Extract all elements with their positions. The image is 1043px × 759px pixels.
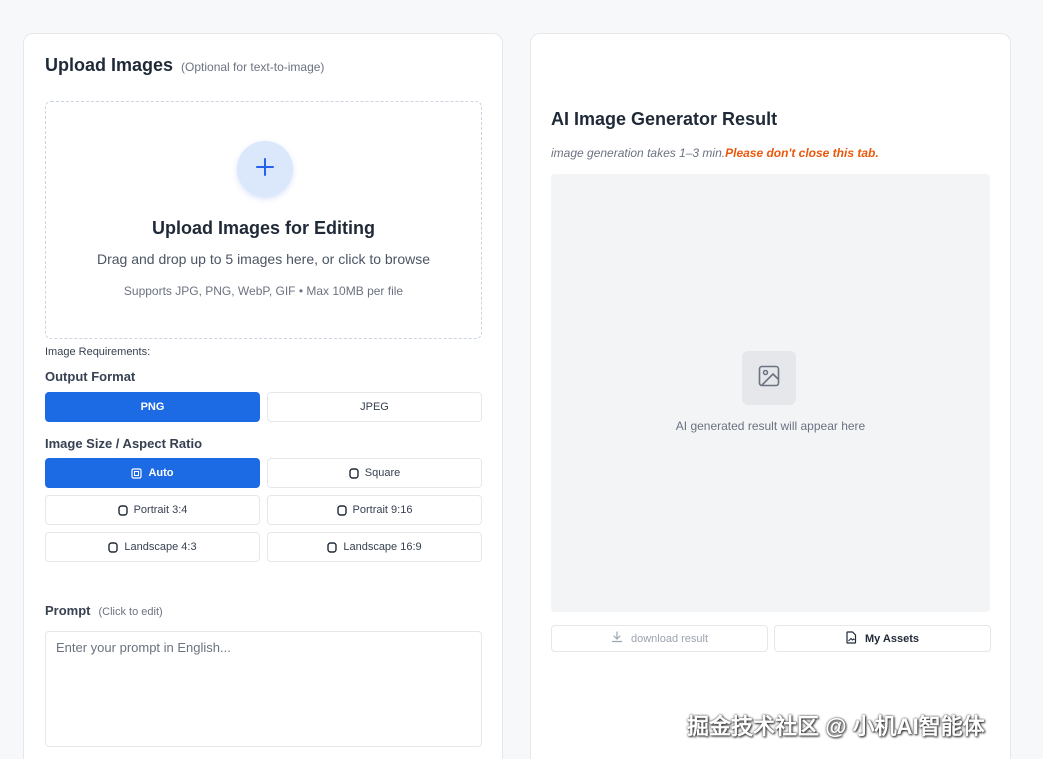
- size-landscape-16-9-label: Landscape 16:9: [343, 541, 422, 553]
- image-icon: [757, 364, 781, 393]
- plus-icon: [254, 156, 276, 183]
- file-image-icon: [846, 630, 857, 647]
- generation-time-note: image generation takes 1–3 min.Please do…: [551, 146, 879, 160]
- portrait-ratio-icon: [336, 504, 347, 516]
- result-title: AI Image Generator Result: [551, 109, 778, 129]
- size-landscape-4-3-label: Landscape 4:3: [124, 541, 197, 553]
- format-jpeg-button[interactable]: JPEG: [267, 392, 482, 422]
- size-portrait-9-16-button[interactable]: Portrait 9:16: [267, 495, 482, 525]
- download-result-label: download result: [630, 632, 709, 645]
- upload-header: Upload Images (Optional for text-to-imag…: [45, 55, 324, 76]
- prompt-header: Prompt (Click to edit): [45, 603, 163, 618]
- size-landscape-4-3-button[interactable]: Landscape 4:3: [45, 532, 260, 562]
- generation-time-text: image generation takes 1–3 min.: [551, 146, 726, 160]
- image-placeholder: [742, 351, 796, 405]
- size-square-button[interactable]: Square: [267, 458, 482, 488]
- landscape-ratio-icon: [108, 541, 119, 553]
- add-image-button[interactable]: [237, 141, 293, 197]
- prompt-label: Prompt: [45, 603, 91, 618]
- my-assets-label: My Assets: [864, 632, 919, 645]
- size-portrait-3-4-button[interactable]: Portrait 3:4: [45, 495, 260, 525]
- upload-panel: Upload Images (Optional for text-to-imag…: [23, 33, 503, 759]
- image-requirements-label: Image Requirements:: [45, 346, 151, 358]
- prompt-input[interactable]: [45, 631, 482, 747]
- result-placeholder-text: AI generated result will appear here: [675, 419, 866, 433]
- auto-ratio-icon: [131, 467, 143, 479]
- upload-subtitle: (Optional for text-to-image): [181, 60, 325, 74]
- square-ratio-icon: [349, 467, 359, 479]
- output-format-label: Output Format: [45, 369, 136, 384]
- size-auto-button[interactable]: Auto: [45, 458, 260, 488]
- dropzone-title: Upload Images for Editing: [151, 218, 375, 238]
- format-jpeg-label: JPEG: [360, 401, 389, 413]
- upload-title: Upload Images: [45, 55, 174, 75]
- format-png-button[interactable]: PNG: [45, 392, 260, 422]
- my-assets-button[interactable]: My Assets: [774, 625, 991, 652]
- dropzone-file-note: Supports JPG, PNG, WebP, GIF • Max 10MB …: [123, 284, 404, 298]
- download-result-button[interactable]: download result: [551, 625, 768, 652]
- portrait-ratio-icon: [117, 504, 128, 516]
- size-portrait-3-4-label: Portrait 3:4: [133, 504, 188, 516]
- landscape-ratio-icon: [327, 541, 338, 553]
- dont-close-warning: Please don't close this tab.: [725, 146, 879, 160]
- watermark-text: 掘金技术社区 @ 小机AI智能体: [687, 714, 985, 739]
- image-dropzone[interactable]: Upload Images for Editing Drag and drop …: [45, 101, 482, 339]
- result-preview-area: AI generated result will appear here: [551, 174, 990, 612]
- dropzone-description: Drag and drop up to 5 images here, or cl…: [96, 251, 431, 267]
- format-png-label: PNG: [140, 401, 165, 413]
- size-portrait-9-16-label: Portrait 9:16: [352, 504, 413, 516]
- result-panel: AI Image Generator Result image generati…: [530, 33, 1011, 759]
- size-landscape-16-9-button[interactable]: Landscape 16:9: [267, 532, 482, 562]
- image-size-label: Image Size / Aspect Ratio: [45, 436, 203, 451]
- prompt-hint: (Click to edit): [98, 606, 163, 618]
- size-square-label: Square: [364, 467, 401, 479]
- size-auto-label: Auto: [148, 467, 174, 479]
- download-icon: [611, 631, 623, 646]
